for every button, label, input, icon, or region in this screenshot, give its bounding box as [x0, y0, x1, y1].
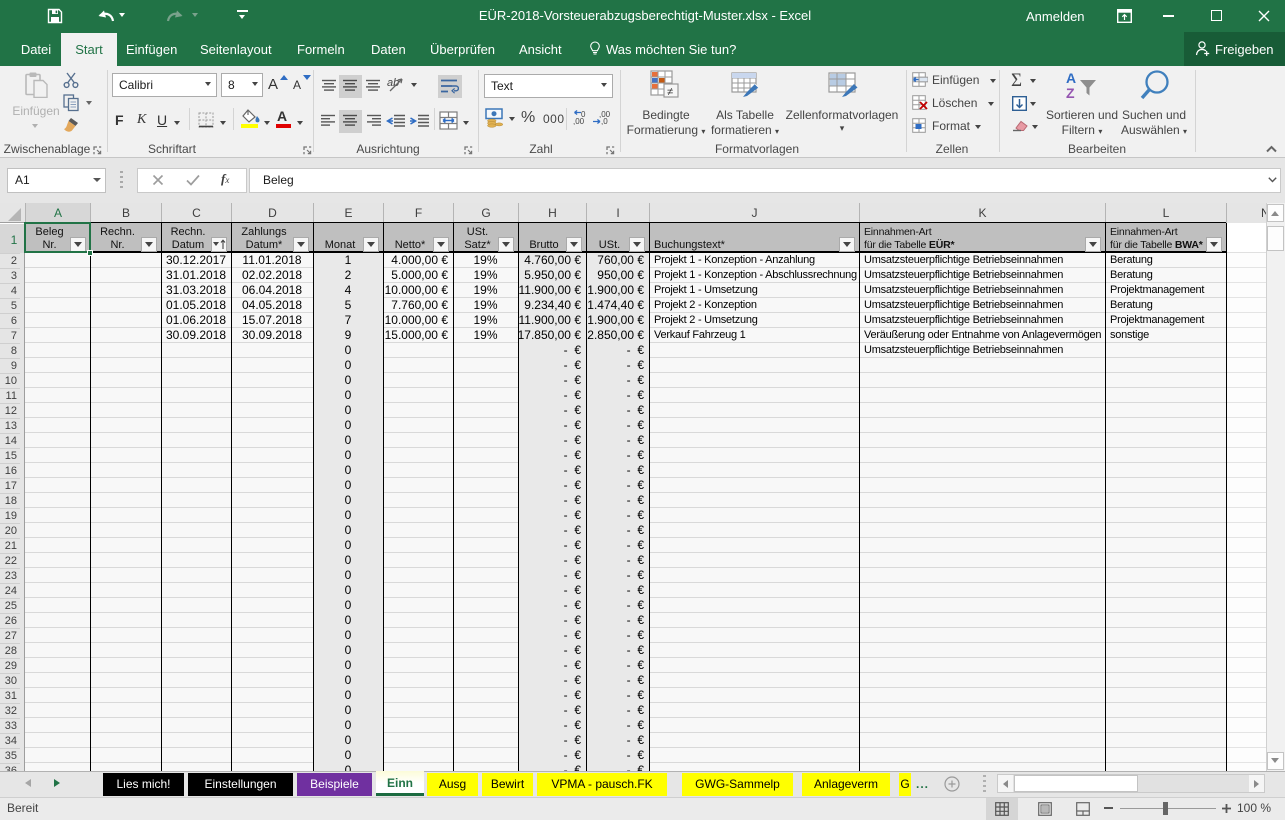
svg-text:,00: ,00	[573, 117, 585, 126]
svg-text:,0: ,0	[601, 117, 608, 126]
svg-text:≠: ≠	[667, 86, 673, 98]
